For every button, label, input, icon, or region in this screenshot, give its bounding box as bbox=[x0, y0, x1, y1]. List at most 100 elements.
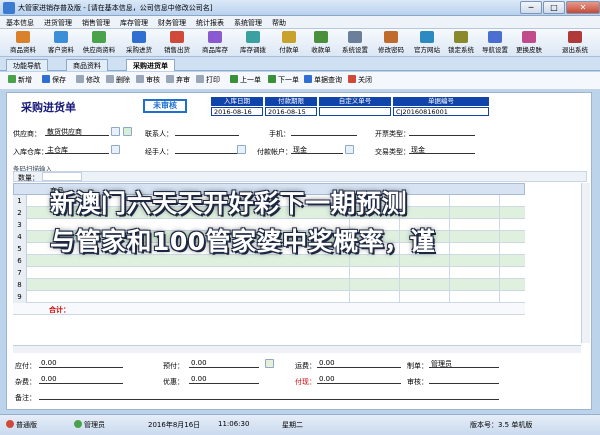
approve-icon bbox=[136, 75, 144, 83]
menu-inventory[interactable]: 库存管理 bbox=[120, 18, 148, 28]
warehouse-field[interactable]: 主仓库 bbox=[45, 145, 109, 154]
tab-bar: 功能导航 商品资料 采购进货单 bbox=[0, 57, 600, 71]
misc-field[interactable]: 0.00 bbox=[39, 375, 123, 384]
tool-purchase[interactable]: 采购进货 bbox=[120, 31, 158, 55]
tool-customer[interactable]: 客户资料 bbox=[42, 31, 80, 55]
contact-label: 联系人： bbox=[145, 130, 173, 138]
supplier-label: 供应商： bbox=[13, 130, 41, 138]
warehouse-browse-icon[interactable] bbox=[111, 145, 120, 154]
contact-field[interactable] bbox=[175, 127, 239, 136]
tool-website[interactable]: 官方网站 bbox=[408, 31, 446, 55]
invoice-type-field[interactable] bbox=[409, 127, 475, 136]
tool-receipt[interactable]: 收款单 bbox=[302, 31, 340, 55]
trade-type-field[interactable]: 现金 bbox=[409, 145, 475, 154]
tab-goods[interactable]: 商品资料 bbox=[66, 59, 108, 71]
tool-supplier[interactable]: 供应商资料 bbox=[80, 31, 118, 55]
pay-account-browse-icon[interactable] bbox=[345, 145, 354, 154]
close-doc-button[interactable]: 关闭 bbox=[348, 75, 372, 85]
handler-field[interactable] bbox=[175, 145, 239, 154]
save-button[interactable]: 保存 bbox=[42, 75, 66, 85]
prepaid-field[interactable]: 0.00 bbox=[189, 359, 259, 368]
unapprove-button[interactable]: 弃审 bbox=[166, 75, 190, 85]
overlay-line-2: 与管家和100管家婆中奖概率，谨 bbox=[50, 227, 436, 256]
tool-nav[interactable]: 导航设置 bbox=[476, 31, 514, 55]
overlay-line-1: 新澳门六天天开好彩下一期预测 bbox=[50, 189, 408, 218]
phone-field[interactable] bbox=[291, 127, 357, 136]
menu-help[interactable]: 帮助 bbox=[272, 18, 286, 28]
print-button[interactable]: 打印 bbox=[196, 75, 220, 85]
tool-transfer[interactable]: 库存调拨 bbox=[234, 31, 272, 55]
header-pay-term: 付款期限 bbox=[265, 97, 317, 106]
menu-sales[interactable]: 销售管理 bbox=[82, 18, 110, 28]
prepaid-label: 预付： bbox=[163, 362, 184, 370]
prev-doc-button[interactable]: 上一单 bbox=[230, 75, 261, 85]
horizontal-scrollbar[interactable] bbox=[13, 345, 581, 353]
status-mode: 普通版 bbox=[6, 420, 37, 430]
freight-label: 运费： bbox=[295, 362, 316, 370]
delete-icon bbox=[106, 75, 114, 83]
query-button[interactable]: 单据查询 bbox=[304, 75, 342, 85]
menu-purchase[interactable]: 进货管理 bbox=[44, 18, 72, 28]
pay-term-field[interactable]: 2016-08-15 bbox=[265, 107, 317, 116]
due-label: 应付： bbox=[15, 362, 36, 370]
edit-button[interactable]: 修改 bbox=[76, 75, 100, 85]
paid-field[interactable]: 0.00 bbox=[317, 375, 401, 384]
prepaid-calc-icon[interactable] bbox=[265, 359, 274, 368]
inbound-date-field[interactable]: 2016-08-16 bbox=[211, 107, 263, 116]
discount-label: 优惠： bbox=[163, 378, 184, 386]
tab-purchase-order[interactable]: 采购进货单 bbox=[126, 59, 175, 71]
qty-label: 数量： bbox=[18, 174, 39, 182]
maker-field: 管理员 bbox=[429, 359, 499, 368]
document-toolbar: 新增 保存 修改 删除 审核 弃审 打印 上一单 下一单 单据查询 关闭 bbox=[0, 72, 600, 90]
discount-field[interactable]: 0.00 bbox=[189, 375, 259, 384]
tool-stock[interactable]: 商品库存 bbox=[196, 31, 234, 55]
close-button[interactable]: ✕ bbox=[566, 1, 600, 14]
supplier-browse-icon[interactable] bbox=[111, 127, 120, 136]
new-button[interactable]: 新增 bbox=[8, 75, 32, 85]
paid-label: 付现： bbox=[295, 378, 316, 386]
menu-system[interactable]: 系统管理 bbox=[234, 18, 262, 28]
pay-account-field[interactable]: 现金 bbox=[291, 145, 343, 154]
due-field[interactable]: 0.00 bbox=[39, 359, 123, 368]
print-icon bbox=[196, 75, 204, 83]
table-row[interactable]: 8 bbox=[13, 279, 525, 291]
remark-field[interactable] bbox=[39, 391, 499, 400]
table-row[interactable]: 7 bbox=[13, 267, 525, 279]
supplier-field[interactable]: 散货供应商 bbox=[45, 127, 109, 136]
minimize-button[interactable]: ─ bbox=[520, 1, 542, 14]
reviewer-label: 审核： bbox=[407, 378, 428, 386]
tab-function-nav[interactable]: 功能导航 bbox=[6, 59, 48, 71]
tool-exit[interactable]: 退出系统 bbox=[556, 31, 594, 55]
custom-no-field[interactable] bbox=[319, 107, 391, 116]
user-icon bbox=[74, 420, 82, 428]
table-row[interactable]: 9 bbox=[13, 291, 525, 303]
unapprove-icon bbox=[166, 75, 174, 83]
approve-button[interactable]: 审核 bbox=[136, 75, 160, 85]
status-time: 11:06:30 bbox=[218, 420, 250, 428]
remark-label: 备注： bbox=[15, 394, 36, 402]
tool-sales[interactable]: 销售出货 bbox=[158, 31, 196, 55]
query-icon bbox=[304, 75, 312, 83]
menu-bar: 基本信息 进货管理 销售管理 库存管理 财务管理 统计报表 系统管理 帮助 bbox=[0, 16, 600, 29]
handler-browse-icon[interactable] bbox=[237, 145, 246, 154]
nav-icon bbox=[488, 31, 502, 43]
freight-field[interactable]: 0.00 bbox=[317, 359, 401, 368]
next-doc-button[interactable]: 下一单 bbox=[268, 75, 299, 85]
tool-settings[interactable]: 系统设置 bbox=[336, 31, 374, 55]
menu-reports[interactable]: 统计报表 bbox=[196, 18, 224, 28]
handler-label: 经手人： bbox=[145, 148, 173, 156]
status-date: 2016年8月16日 bbox=[148, 421, 201, 429]
header-doc-no: 单据编号 bbox=[393, 97, 489, 106]
menu-basic-info[interactable]: 基本信息 bbox=[6, 18, 34, 28]
purchase-icon bbox=[132, 31, 146, 43]
delete-button[interactable]: 删除 bbox=[106, 75, 130, 85]
tool-lock[interactable]: 锁定系统 bbox=[442, 31, 480, 55]
menu-finance[interactable]: 财务管理 bbox=[158, 18, 186, 28]
maximize-button[interactable]: □ bbox=[543, 1, 565, 14]
tool-password[interactable]: 修改密码 bbox=[372, 31, 410, 55]
settings-icon bbox=[348, 31, 362, 43]
tool-goods[interactable]: 商品资料 bbox=[4, 31, 42, 55]
tool-skin[interactable]: 更换皮肤 bbox=[510, 31, 548, 55]
phone-label: 手机： bbox=[269, 130, 290, 138]
supplier-add-icon[interactable] bbox=[123, 127, 132, 136]
